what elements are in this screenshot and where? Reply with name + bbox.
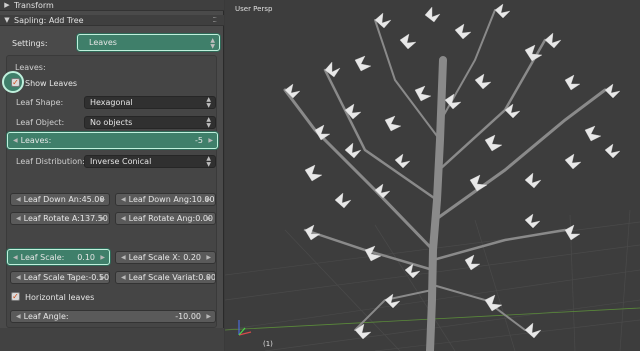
decrement-arrow-icon[interactable]: ◀	[121, 196, 126, 203]
leaves-section-label: Leaves:	[15, 63, 46, 72]
updown-arrows-icon: ▲ ▼	[210, 37, 215, 50]
decrement-arrow-icon[interactable]: ◀	[13, 254, 18, 261]
horizontal-leaves-checkbox[interactable]: ✓	[11, 292, 20, 301]
decrement-arrow-icon[interactable]: ◀	[16, 274, 21, 281]
leaf-object-value: No objects	[90, 118, 133, 127]
leaf-object-label: Leaf Object:	[16, 118, 65, 127]
settings-value: Leaves	[89, 38, 117, 47]
leaf-scale-x-value: 0.20	[183, 253, 201, 262]
leaf-rotate-field[interactable]: ◀ Leaf Rotate A: 137.50 ▶	[10, 212, 110, 225]
decrement-arrow-icon[interactable]: ◀	[16, 215, 21, 222]
increment-arrow-icon[interactable]: ▶	[206, 274, 211, 281]
settings-label: Settings:	[12, 39, 48, 48]
tool-properties-panel: ▶ Transform ▼ Sapling: Add Tree ⁚⁚⁚ Sett…	[0, 0, 224, 351]
leaf-scale-taper-label: Leaf Scale Tape:	[23, 273, 89, 282]
decrement-arrow-icon[interactable]: ◀	[121, 274, 126, 281]
leaf-shape-label: Leaf Shape:	[16, 98, 64, 107]
drag-grip-icon[interactable]: ⁚⁚⁚	[212, 16, 217, 24]
leaf-rotate-var-field[interactable]: ◀ Leaf Rotate Ang: 0.00 ▶	[115, 212, 216, 225]
show-leaves-label: Show Leaves	[25, 79, 78, 88]
updown-arrows-icon: ▲ ▼	[206, 116, 211, 129]
leaf-distribution-dropdown[interactable]: Inverse Conical ▲ ▼	[84, 155, 216, 168]
increment-arrow-icon[interactable]: ▶	[100, 196, 105, 203]
increment-arrow-icon[interactable]: ▶	[206, 196, 211, 203]
leaf-shape-value: Hexagonal	[90, 98, 133, 107]
decrement-arrow-icon[interactable]: ◀	[121, 215, 126, 222]
decrement-arrow-icon[interactable]: ◀	[121, 254, 126, 261]
transform-header-label: Transform	[14, 0, 54, 10]
expanded-triangle-icon: ▼	[4, 16, 10, 24]
increment-arrow-icon[interactable]: ▶	[208, 137, 213, 144]
leaf-scale-taper-value: -0.50	[88, 273, 110, 282]
leaf-rotate-label: Leaf Rotate A:	[23, 214, 80, 223]
tree-leaves	[284, 3, 621, 340]
settings-dropdown[interactable]: Leaves ▲ ▼	[77, 34, 220, 51]
viewport-scene	[225, 3, 640, 351]
decrement-arrow-icon[interactable]: ◀	[13, 137, 18, 144]
leaf-scale-value: 0.10	[77, 252, 95, 262]
leaf-angle-field[interactable]: ◀ Leaf Angle: -10.00 ▶	[10, 310, 216, 323]
leaf-scale-taper-field[interactable]: ◀ Leaf Scale Tape: -0.50 ▶	[10, 271, 110, 284]
leaf-scale-label: Leaf Scale:	[20, 252, 65, 262]
leaf-scale-variation-field[interactable]: ◀ Leaf Scale Variat: 0.00 ▶	[115, 271, 216, 284]
horizontal-leaves-label: Horizontal leaves	[25, 293, 95, 302]
show-leaves-checkbox[interactable]: ✓	[11, 78, 20, 87]
view-perspective-label: User Persp	[235, 5, 273, 13]
sapling-header-label: Sapling: Add Tree	[14, 15, 84, 25]
increment-arrow-icon[interactable]: ▶	[100, 274, 105, 281]
leaf-shape-dropdown[interactable]: Hexagonal ▲ ▼	[84, 96, 216, 109]
leaves-count-label: Leaves:	[20, 136, 52, 145]
leaf-distribution-value: Inverse Conical	[90, 157, 152, 166]
leaf-scale-x-field[interactable]: ◀ Leaf Scale X: 0.20 ▶	[115, 251, 216, 264]
leaf-scale-x-label: Leaf Scale X:	[128, 253, 181, 262]
tree-branches	[283, 9, 607, 351]
leaf-down-angle-var-value: 10.00	[191, 195, 215, 204]
transform-panel-header[interactable]: ▶ Transform	[0, 0, 224, 11]
updown-arrows-icon: ▲ ▼	[206, 96, 211, 109]
panel-footer-area	[0, 328, 224, 351]
3d-viewport[interactable]: User Persp (1)	[225, 0, 640, 351]
leaf-down-angle-field[interactable]: ◀ Leaf Down An: 45.00 ▶	[10, 193, 110, 206]
leaf-down-angle-var-field[interactable]: ◀ Leaf Down Ang: 10.00 ▶	[115, 193, 216, 206]
increment-arrow-icon[interactable]: ▶	[100, 215, 105, 222]
increment-arrow-icon[interactable]: ▶	[206, 254, 211, 261]
leaf-down-angle-var-label: Leaf Down Ang:	[128, 195, 192, 204]
leaf-scale-variation-label: Leaf Scale Variat:	[128, 273, 199, 282]
leaf-distribution-label: Leaf Distribution:	[16, 157, 85, 166]
leaf-down-angle-label: Leaf Down An:	[23, 195, 82, 204]
leaf-angle-label: Leaf Angle:	[23, 312, 69, 321]
collapsed-triangle-icon: ▶	[4, 1, 10, 9]
leaf-object-dropdown[interactable]: No objects ▲ ▼	[84, 116, 216, 129]
updown-arrows-icon: ▲ ▼	[206, 155, 211, 168]
leaf-rotate-var-label: Leaf Rotate Ang:	[128, 214, 196, 223]
frame-number-label: (1)	[263, 340, 273, 348]
leaves-count-field[interactable]: ◀ Leaves: -5 ▶	[7, 132, 218, 149]
increment-arrow-icon[interactable]: ▶	[206, 215, 211, 222]
increment-arrow-icon[interactable]: ▶	[100, 254, 105, 261]
sapling-panel-header[interactable]: ▼ Sapling: Add Tree ⁚⁚⁚	[0, 15, 224, 26]
decrement-arrow-icon[interactable]: ◀	[16, 313, 21, 320]
leaves-count-value: -5	[195, 136, 203, 145]
decrement-arrow-icon[interactable]: ◀	[16, 196, 21, 203]
increment-arrow-icon[interactable]: ▶	[206, 313, 211, 320]
leaf-angle-value: -10.00	[175, 312, 201, 321]
leaf-scale-field[interactable]: ◀ Leaf Scale: 0.10 ▶	[7, 249, 110, 265]
